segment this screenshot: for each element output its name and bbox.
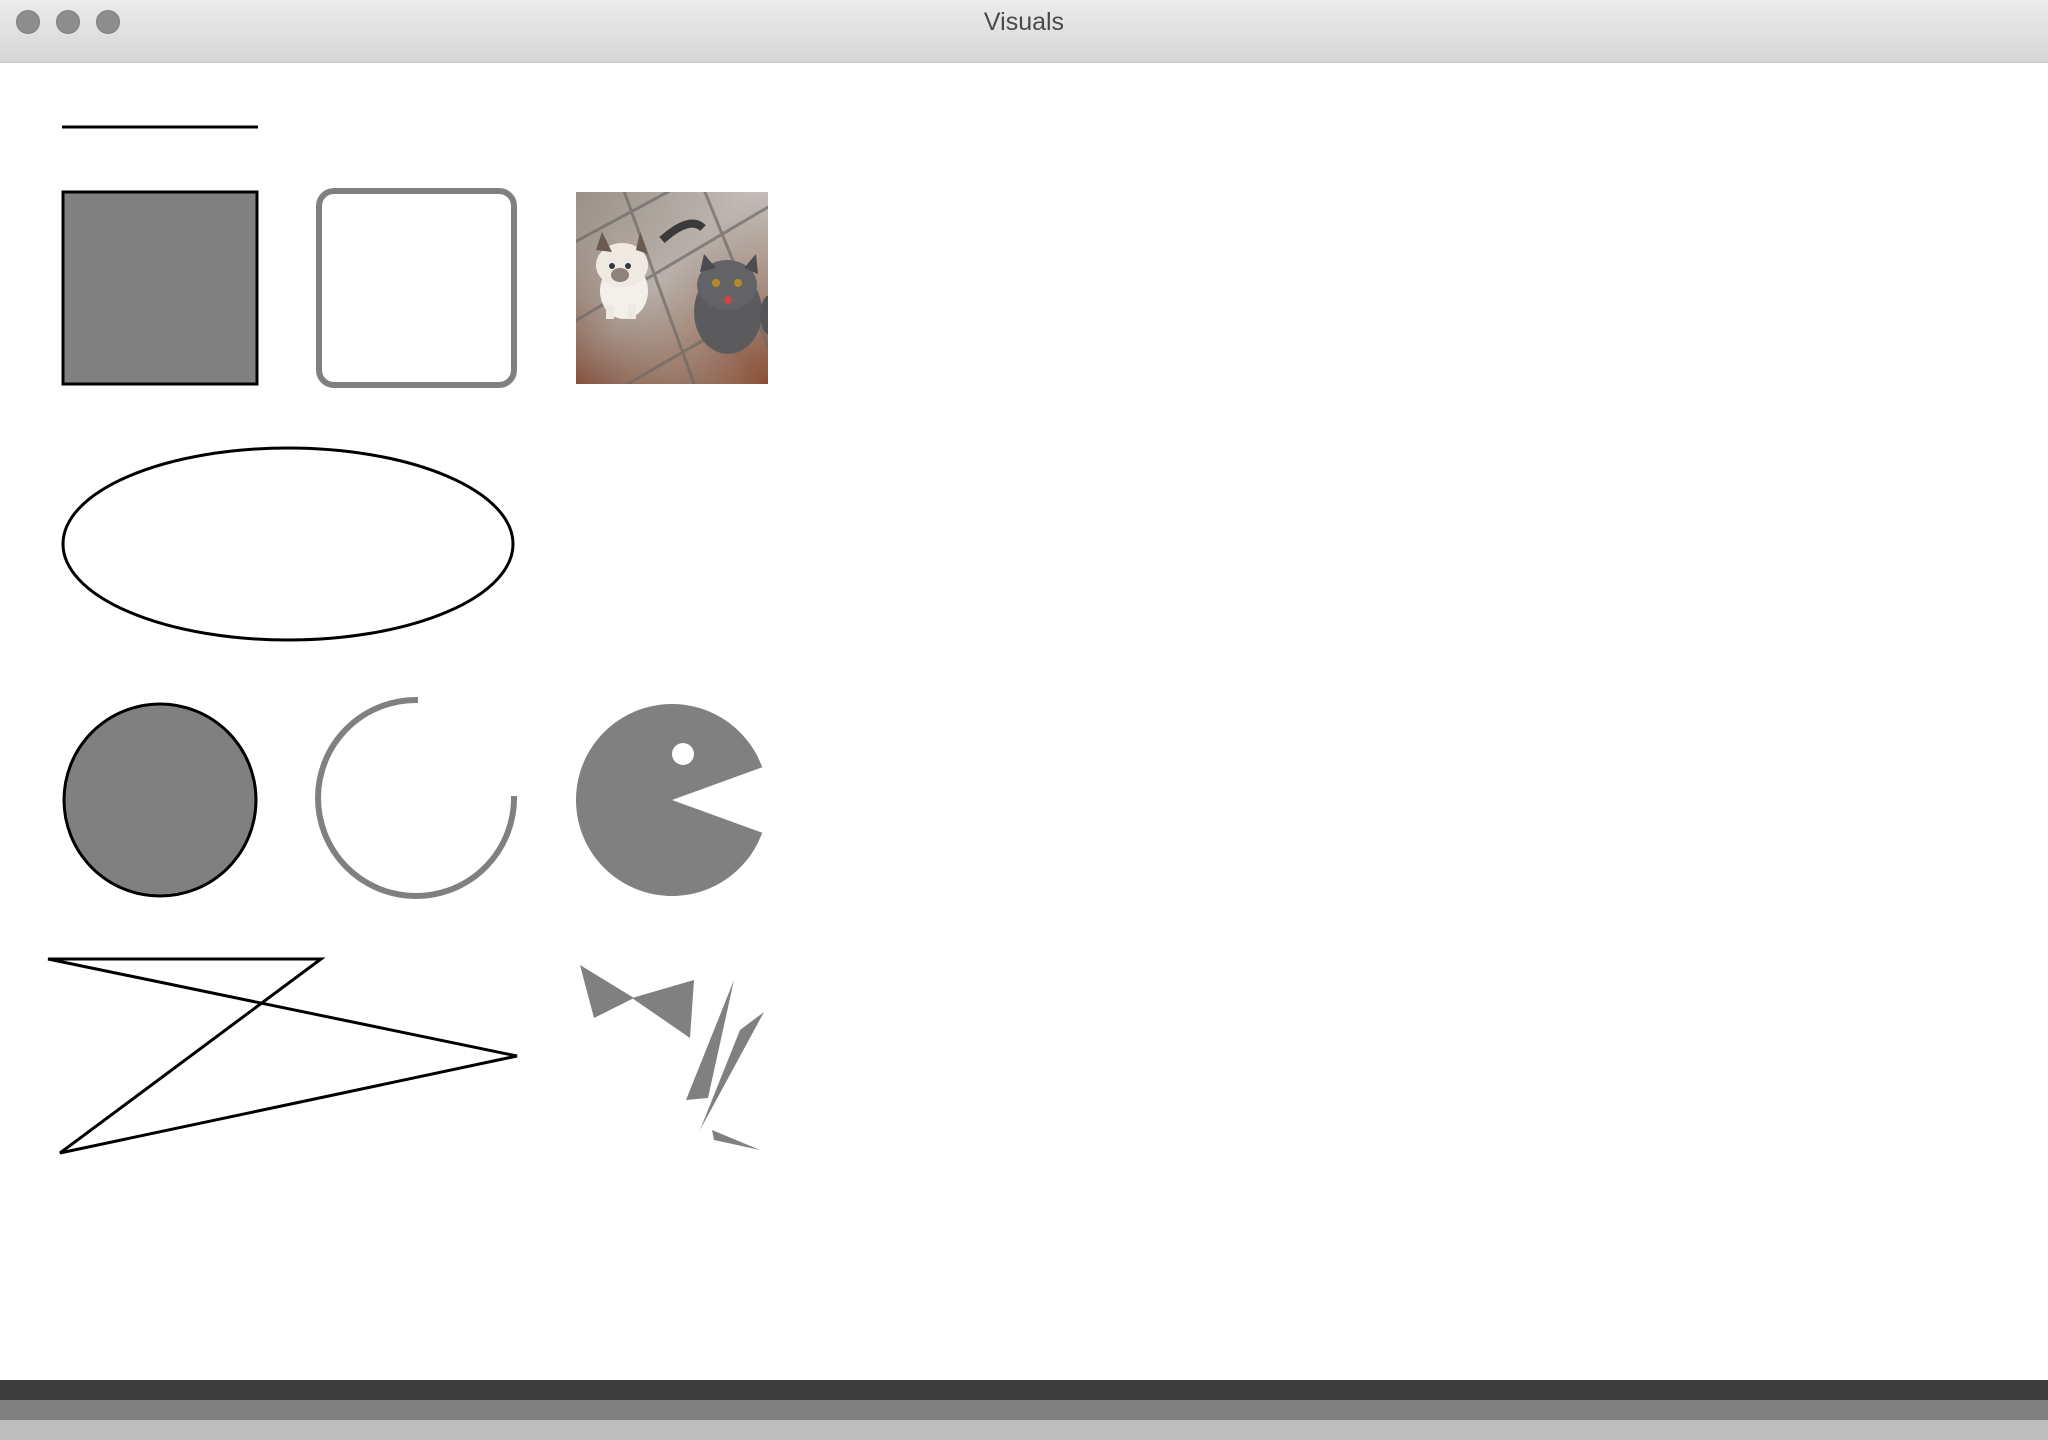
footer-stripe-dark (0, 1380, 2048, 1400)
drawing-canvas (47, 125, 768, 1155)
title-bar[interactable]: Visuals (0, 0, 2048, 63)
window-title: Visuals (983, 8, 1065, 36)
ellipse-outline (61, 446, 515, 642)
rounded-rectangle (316, 188, 517, 388)
kittens-photo (576, 192, 768, 384)
pacman-pie (575, 704, 763, 897)
zigzag-polygon (47, 957, 518, 1155)
pacman-eye (672, 743, 694, 765)
filled-circle (62, 702, 258, 898)
shard-shapes (580, 965, 764, 1150)
footer-stripe-mid (0, 1400, 2048, 1420)
app-window: Visuals (0, 0, 2048, 1440)
footer-stripe-light (0, 1420, 2048, 1440)
filled-rectangle (61, 190, 259, 386)
arc-outline (315, 696, 518, 899)
footer-stripes (0, 1380, 2048, 1440)
